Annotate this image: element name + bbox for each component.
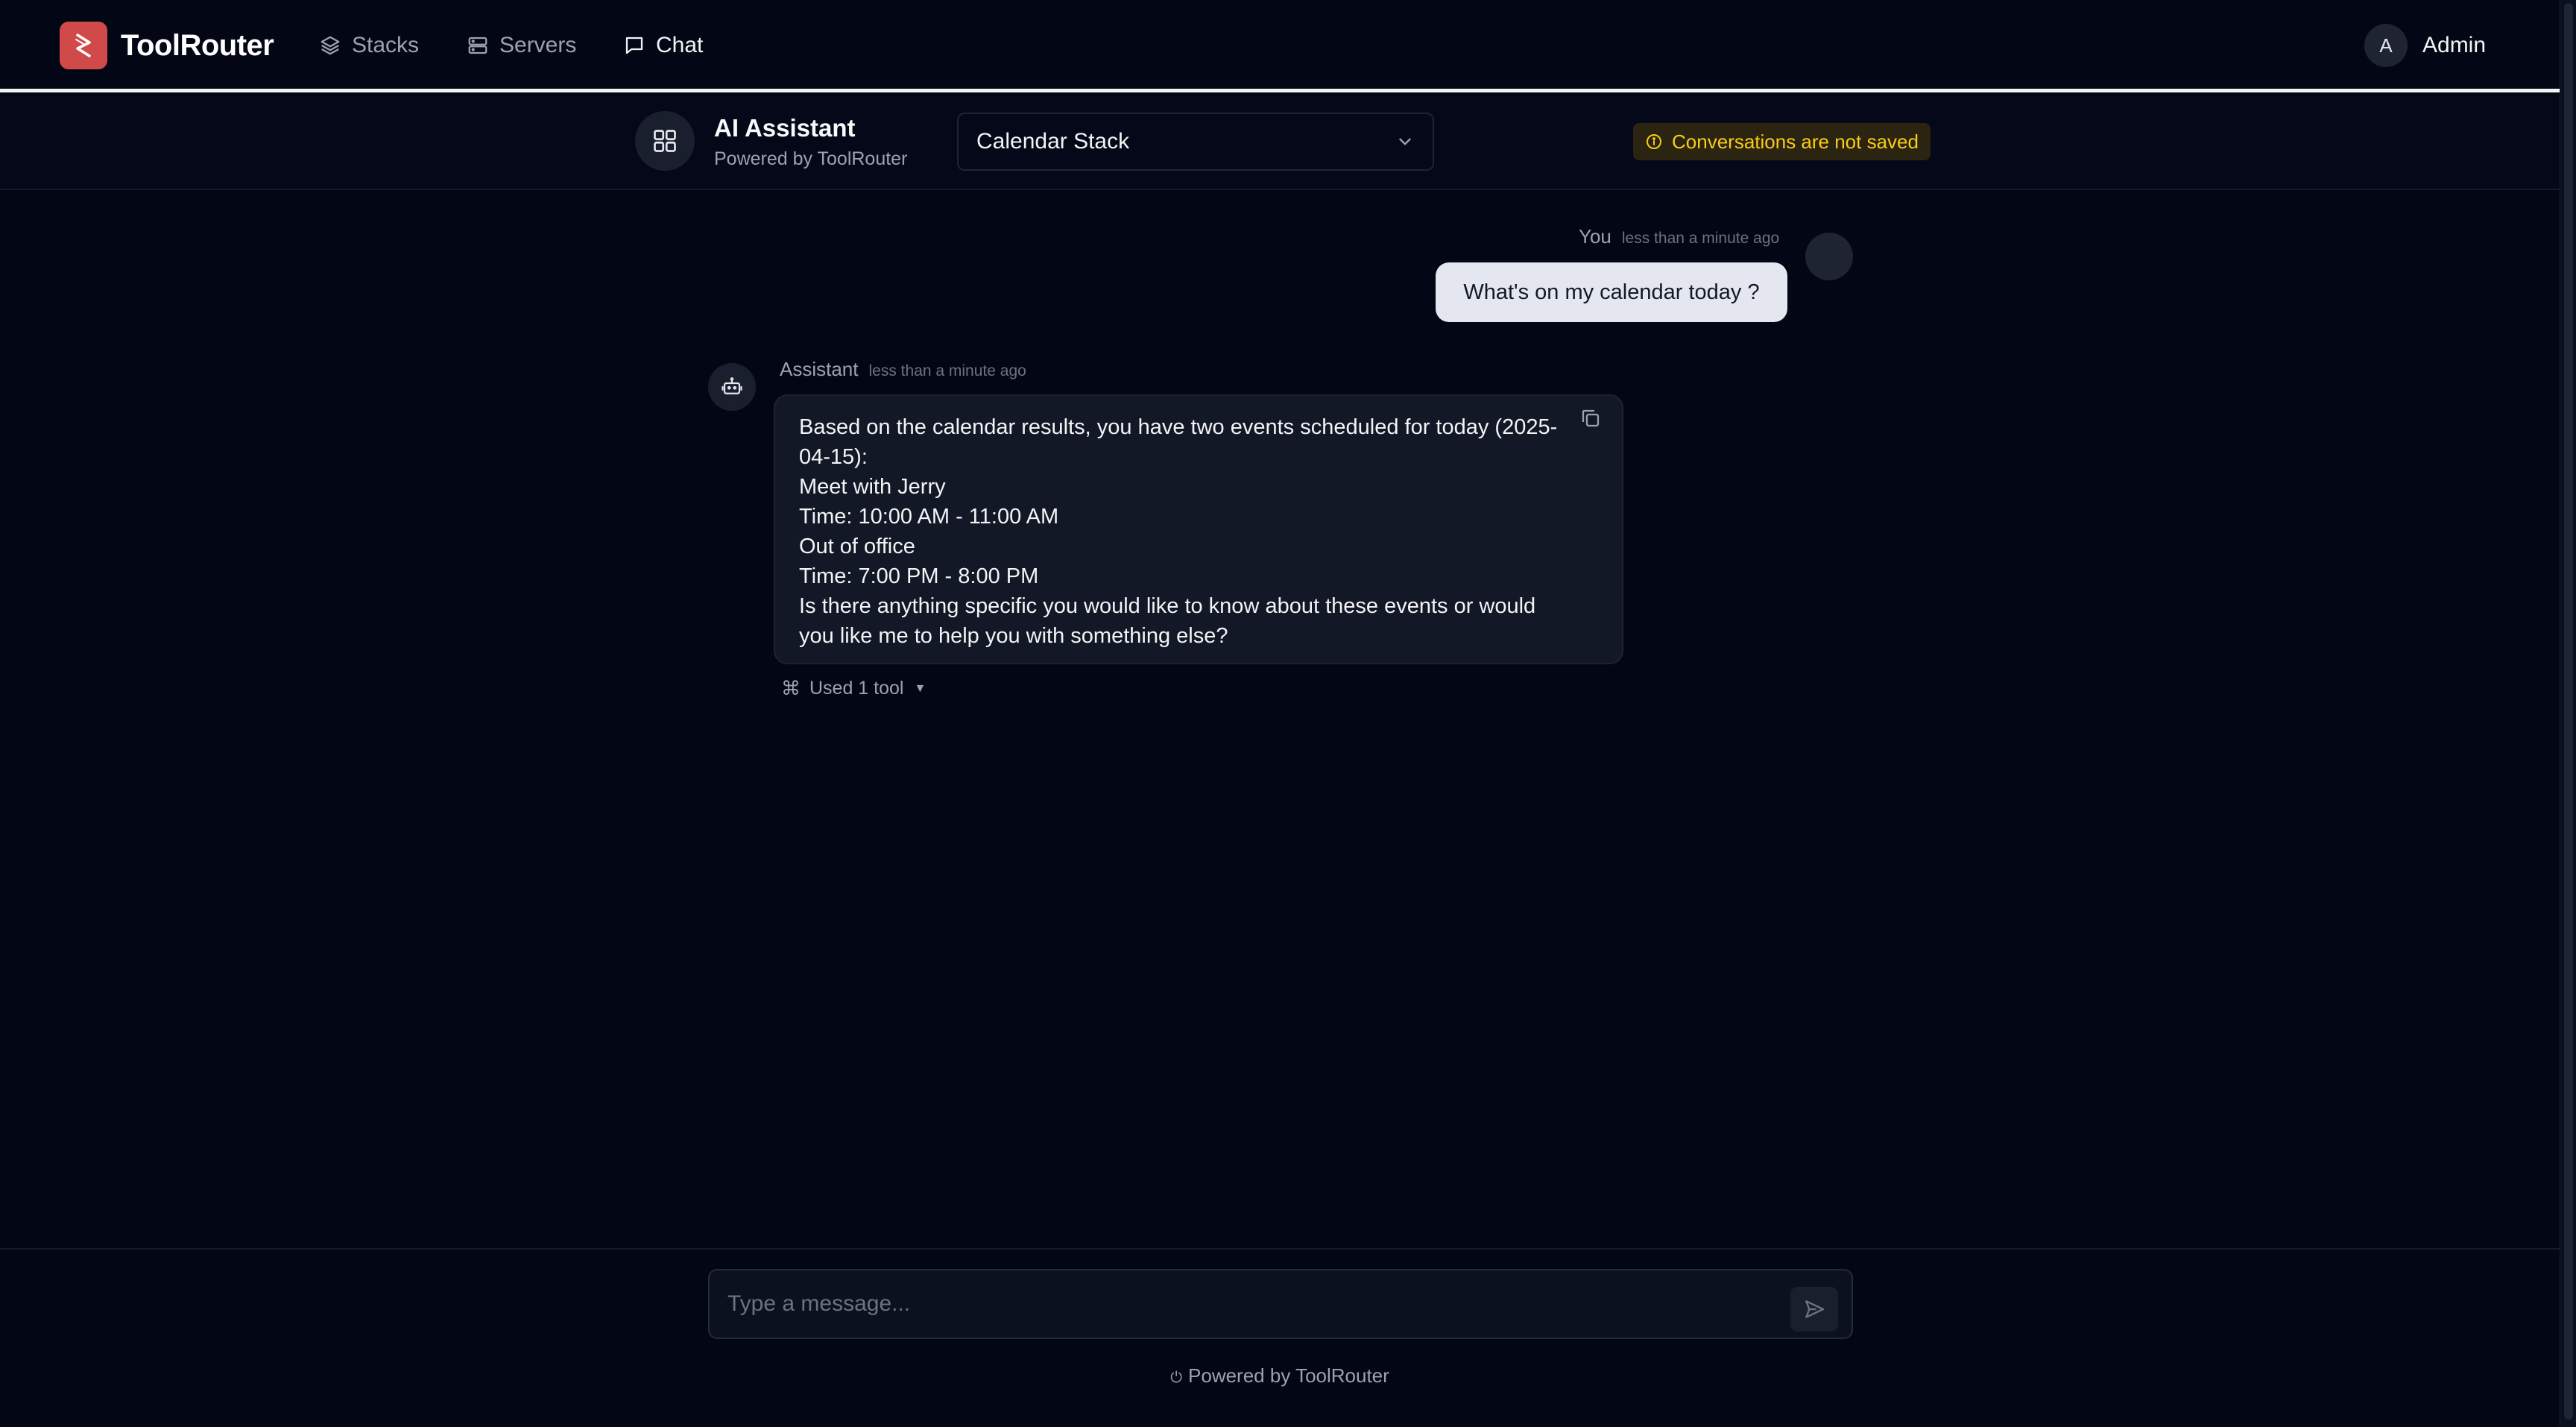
nav-chat-label: Chat [656,33,704,57]
nav-chat[interactable]: Chat [623,27,703,64]
user-avatar [1805,233,1853,280]
stack-select[interactable]: Calendar Stack [957,113,1434,171]
command-icon: ⌘ [781,677,801,699]
bot-avatar [708,363,756,411]
send-icon [1805,1300,1825,1318]
server-icon [468,37,487,54]
brand-name: ToolRouter [121,28,274,62]
layers-icon [321,36,340,55]
bot-icon [722,377,742,394]
message-author: Assistant [780,358,859,380]
message-line: Time: 10:00 AM - 11:00 AM [799,505,1059,529]
chat-header: AI Assistant Powered by ToolRouter Calen… [0,96,2560,190]
avatar: A [2364,24,2408,67]
toolrouter-logo-icon [60,22,107,69]
footer-text: Powered by ToolRouter [1188,1364,1389,1387]
copy-button[interactable] [1576,403,1606,433]
top-navbar: ToolRouter Stacks Servers Chat A Admin [0,0,2560,92]
assistant-subtitle: Powered by ToolRouter [714,148,908,169]
assistant-message-bubble: Based on the calendar results, you have … [774,394,1623,664]
not-saved-notice: Conversations are not saved [1633,123,1931,160]
composer-area: ⏻ Powered by ToolRouter [0,1248,2560,1427]
tool-usage-label: Used 1 tool [809,678,904,699]
grid-icon [635,111,695,171]
tool-usage-toggle[interactable]: ⌘ Used 1 tool ▼ [781,677,926,700]
assistant-message-meta: Assistant less than a minute ago [780,358,1026,381]
message-time: less than a minute ago [1621,230,1780,247]
scrollbar-thumb[interactable] [2564,3,2573,1420]
user-name: Admin [2422,33,2487,57]
notice-text: Conversations are not saved [1672,130,1919,153]
footer-powered-by: ⏻ Powered by ToolRouter [0,1364,2560,1387]
user-message-text: What's on my calendar today ? [1463,280,1760,304]
nav-servers[interactable]: Servers [467,27,576,64]
assistant-title: AI Assistant [714,114,856,142]
page-scrollbar[interactable] [2560,0,2576,1427]
message-line: 04-15): [799,445,868,469]
caret-down-icon: ▼ [914,681,926,695]
nav-stacks[interactable]: Stacks [319,27,419,64]
message-line: Is there anything specific you would lik… [799,594,1536,618]
message-input[interactable] [727,1287,1771,1321]
plug-icon: ⏻ [1170,1370,1183,1386]
chat-bubble-icon [625,37,643,54]
brand[interactable]: ToolRouter [60,22,274,69]
nav-stacks-label: Stacks [352,33,420,57]
info-icon [1647,134,1661,149]
message-composer [708,1269,1853,1339]
nav-servers-label: Servers [499,33,577,57]
message-line: Meet with Jerry [799,475,946,499]
message-line: Time: 7:00 PM - 8:00 PM [799,564,1039,588]
user-message-bubble: What's on my calendar today ? [1436,262,1787,322]
message-time: less than a minute ago [868,362,1026,379]
user-menu[interactable]: A Admin [2364,24,2486,67]
copy-icon [1582,409,1600,427]
send-button[interactable] [1790,1287,1838,1332]
message-line: Out of office [799,535,915,558]
app-page: ToolRouter Stacks Servers Chat A Admin A… [0,0,2560,1427]
chevron-down-icon [1399,138,1411,145]
message-line: Based on the calendar results, you have … [799,415,1558,439]
message-line: you like me to help you with something e… [799,624,1228,648]
message-author: You [1579,225,1611,248]
user-message-meta: You less than a minute ago [1579,225,1779,248]
stack-select-value: Calendar Stack [976,129,1130,154]
